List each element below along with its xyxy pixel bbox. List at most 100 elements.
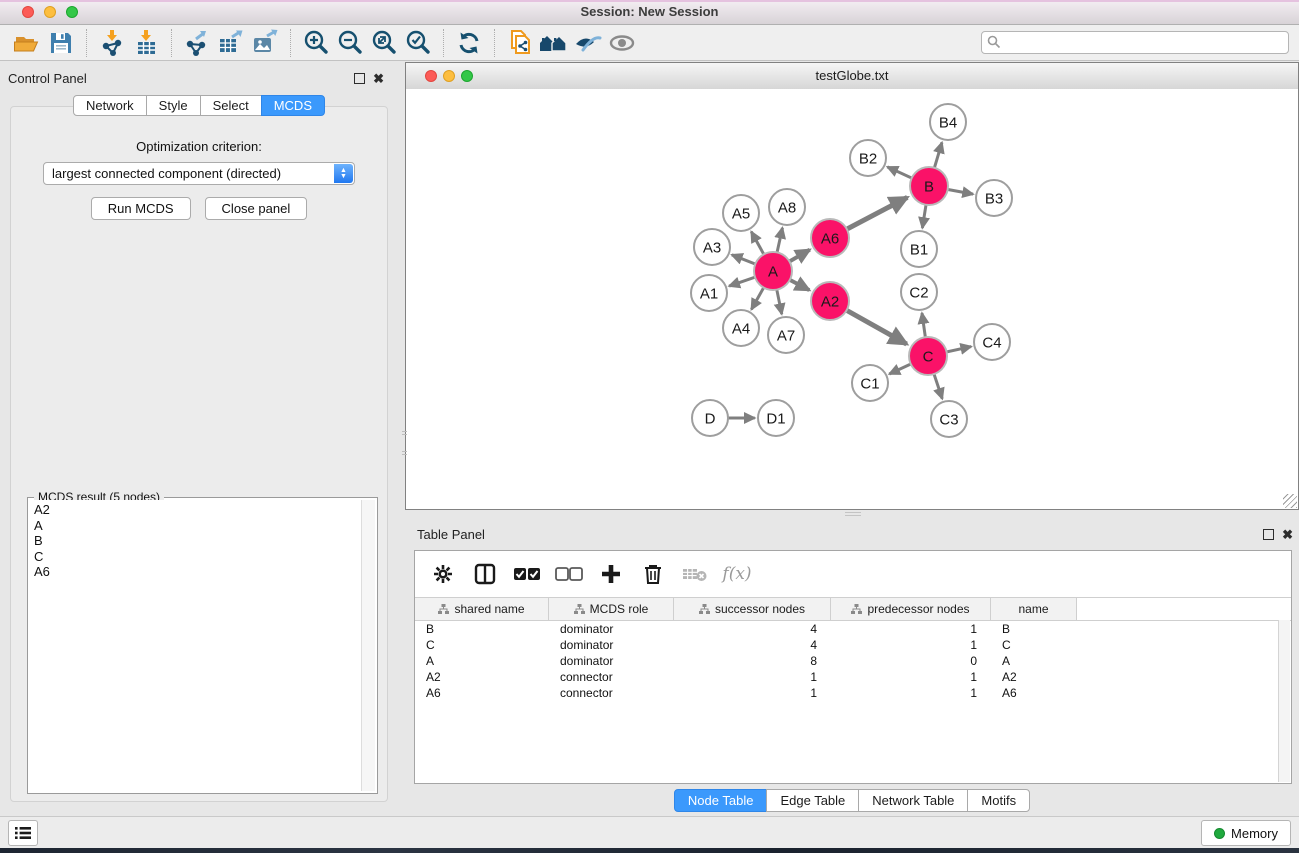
graph-node-A3[interactable]: A3 — [694, 229, 730, 265]
split-panel-button[interactable] — [469, 558, 501, 590]
table-settings-button[interactable] — [427, 558, 459, 590]
delete-column-button[interactable] — [637, 558, 669, 590]
vertical-splitter-grip[interactable] — [402, 431, 407, 455]
float-panel-icon[interactable] — [354, 73, 365, 84]
graph-node-C3[interactable]: C3 — [931, 401, 967, 437]
zoom-fit-button[interactable] — [367, 28, 401, 58]
table-cell[interactable]: A — [415, 654, 549, 668]
table-cell[interactable]: connector — [549, 670, 674, 684]
graph-node-A6[interactable]: A6 — [811, 219, 849, 257]
table-row[interactable]: Bdominator41B — [415, 621, 1291, 637]
table-cell[interactable]: dominator — [549, 654, 674, 668]
table-cell[interactable]: C — [991, 638, 1077, 652]
criterion-select[interactable]: largest connected component (directed) ▲… — [43, 162, 355, 185]
network-graph[interactable]: B4B2BB3B1A5A8A6A3AA1A2C2A4A7C4CC1C3DD1 — [406, 89, 1298, 509]
memory-button[interactable]: Memory — [1201, 820, 1291, 846]
table-cell[interactable]: 4 — [674, 638, 831, 652]
search-input[interactable] — [981, 31, 1289, 54]
table-cell[interactable]: 0 — [831, 654, 991, 668]
table-row[interactable]: A2connector11A2 — [415, 669, 1291, 685]
graph-node-B2[interactable]: B2 — [850, 140, 886, 176]
graphics-details-button[interactable] — [571, 28, 605, 58]
table-scrollbar[interactable] — [1278, 620, 1290, 782]
graph-node-B1[interactable]: B1 — [901, 231, 937, 267]
column-header-MCDS-role[interactable]: MCDS role — [549, 598, 674, 620]
horizontal-splitter-grip[interactable] — [845, 512, 861, 521]
table-cell[interactable]: B — [991, 622, 1077, 636]
networks-overview-button[interactable] — [537, 28, 571, 58]
close-table-panel-icon[interactable]: ✖ — [1282, 530, 1293, 539]
tab-style[interactable]: Style — [146, 95, 201, 116]
function-builder-button[interactable]: f(x) — [721, 558, 753, 590]
graph-node-C[interactable]: C — [909, 337, 947, 375]
save-session-button[interactable] — [44, 28, 78, 58]
close-panel-icon[interactable]: ✖ — [373, 74, 384, 83]
result-item[interactable]: A — [34, 518, 361, 534]
export-network-button[interactable] — [180, 28, 214, 58]
graph-node-A5[interactable]: A5 — [723, 195, 759, 231]
zoom-selected-button[interactable] — [401, 28, 435, 58]
result-scrollbar[interactable] — [361, 500, 375, 791]
graph-node-C1[interactable]: C1 — [852, 365, 888, 401]
table-cell[interactable]: 1 — [831, 670, 991, 684]
table-cell[interactable]: 4 — [674, 622, 831, 636]
mcds-result-list[interactable]: A2ABCA6 — [30, 500, 361, 791]
graph-node-D[interactable]: D — [692, 400, 728, 436]
refresh-button[interactable] — [452, 28, 486, 58]
table-cell[interactable]: dominator — [549, 622, 674, 636]
graph-node-C4[interactable]: C4 — [974, 324, 1010, 360]
tab-edge-table[interactable]: Edge Table — [766, 789, 859, 812]
graph-node-A1[interactable]: A1 — [691, 275, 727, 311]
result-item[interactable]: A2 — [34, 502, 361, 518]
graph-node-A7[interactable]: A7 — [768, 317, 804, 353]
tab-motifs[interactable]: Motifs — [967, 789, 1030, 812]
table-cell[interactable]: 8 — [674, 654, 831, 668]
table-row[interactable]: A6connector11A6 — [415, 685, 1291, 701]
deselect-all-columns-button[interactable] — [553, 558, 585, 590]
graph-node-B4[interactable]: B4 — [930, 104, 966, 140]
window-resize-grip[interactable] — [1283, 494, 1297, 508]
clone-network-button[interactable] — [503, 28, 537, 58]
import-network-button[interactable] — [95, 28, 129, 58]
table-cell[interactable]: 1 — [831, 686, 991, 700]
column-header-successor-nodes[interactable]: successor nodes — [674, 598, 831, 620]
graph-node-A4[interactable]: A4 — [723, 310, 759, 346]
table-cell[interactable]: 1 — [831, 638, 991, 652]
table-cell[interactable]: C — [415, 638, 549, 652]
table-cell[interactable]: A6 — [991, 686, 1077, 700]
result-item[interactable]: A6 — [34, 564, 361, 580]
birds-eye-button[interactable] — [605, 28, 639, 58]
graph-node-A8[interactable]: A8 — [769, 189, 805, 225]
table-row[interactable]: Adominator80A — [415, 653, 1291, 669]
tab-node-table[interactable]: Node Table — [674, 789, 768, 812]
delete-table-button[interactable] — [679, 558, 711, 590]
graph-node-B[interactable]: B — [910, 167, 948, 205]
tab-select[interactable]: Select — [200, 95, 262, 116]
add-column-button[interactable] — [595, 558, 627, 590]
network-canvas[interactable]: B4B2BB3B1A5A8A6A3AA1A2C2A4A7C4CC1C3DD1 — [406, 89, 1298, 509]
column-header-name[interactable]: name — [991, 598, 1077, 620]
network-window-titlebar[interactable]: testGlobe.txt — [406, 63, 1298, 90]
graph-node-C2[interactable]: C2 — [901, 274, 937, 310]
tab-mcds[interactable]: MCDS — [261, 95, 325, 116]
graph-node-B3[interactable]: B3 — [976, 180, 1012, 216]
column-header-predecessor-nodes[interactable]: predecessor nodes — [831, 598, 991, 620]
table-cell[interactable]: A2 — [991, 670, 1077, 684]
graph-node-A[interactable]: A — [754, 252, 792, 290]
column-header-shared-name[interactable]: shared name — [415, 598, 549, 620]
result-item[interactable]: B — [34, 533, 361, 549]
export-table-button[interactable] — [214, 28, 248, 58]
float-table-panel-icon[interactable] — [1263, 529, 1274, 540]
zoom-in-button[interactable] — [299, 28, 333, 58]
run-mcds-button[interactable]: Run MCDS — [91, 197, 191, 220]
table-cell[interactable]: 1 — [674, 686, 831, 700]
tab-network[interactable]: Network — [73, 95, 147, 116]
result-item[interactable]: C — [34, 549, 361, 565]
import-table-button[interactable] — [129, 28, 163, 58]
tab-network-table[interactable]: Network Table — [858, 789, 968, 812]
close-panel-button[interactable]: Close panel — [205, 197, 308, 220]
zoom-out-button[interactable] — [333, 28, 367, 58]
open-session-button[interactable] — [10, 28, 44, 58]
table-cell[interactable]: A2 — [415, 670, 549, 684]
table-cell[interactable]: A — [991, 654, 1077, 668]
